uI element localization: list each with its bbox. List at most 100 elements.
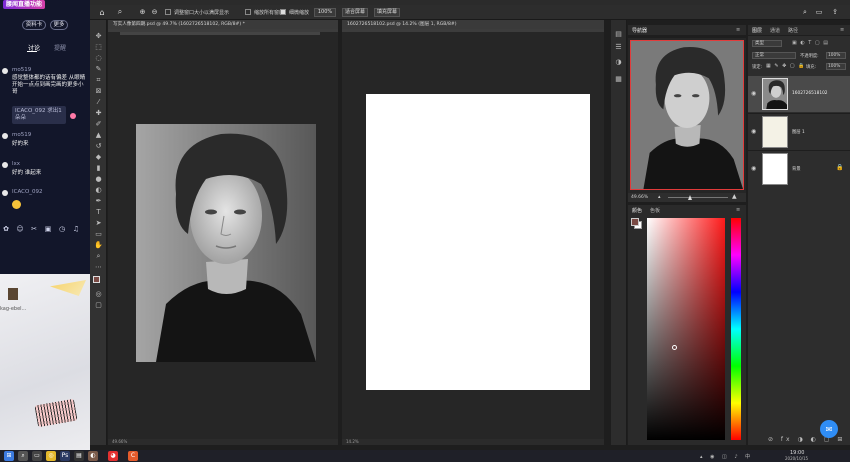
marquee-tool-icon[interactable]: ⬚ [93,43,104,52]
zoom-out-icon[interactable]: ⊖ [150,7,159,17]
barcode-sticker [34,398,78,428]
healing-tool-icon[interactable]: ✚ [93,109,104,118]
canvas-area-2[interactable] [342,29,604,439]
eye-icon[interactable]: ◉ [751,165,756,172]
fill-input[interactable]: 100% [826,63,846,70]
zoom-out-small-icon[interactable]: ▴ [658,194,661,200]
quick-select-tool-icon[interactable]: ✎ [93,65,104,74]
windows-start-icon[interactable]: ⊞ [4,451,14,461]
lock-icons[interactable]: ▦ ✎ ✥ ▢ 🔒 [766,63,805,69]
zoom-in-small-icon[interactable]: ▲ [732,193,737,200]
layer-row[interactable]: ◉ 背景 🔒 [748,150,850,186]
canvas-area-1[interactable] [108,29,338,439]
hand-tool-icon[interactable]: ✋ [93,241,104,250]
quick-mask-icon[interactable]: ◎ [93,290,104,299]
screen-mode-icon[interactable]: ▢ [93,301,104,310]
tab-color[interactable]: 颜色 [632,207,642,214]
zoom-tool-icon[interactable]: ⌕ [115,7,125,17]
profile-card-button[interactable]: 资料卡 [22,20,46,30]
document-tab-2[interactable]: 1602726518102.psd @ 14.2% (图层 1, RGB/8#) [342,20,604,29]
tab-layers[interactable]: 图层 [752,27,762,34]
eye-icon[interactable]: ◉ [751,90,756,97]
scrubby-zoom-checkbox[interactable] [280,9,286,15]
tray-icons[interactable]: ▴ ◉ ◫ ♪ 中 [700,453,753,460]
layer-filter-kind[interactable]: 类型 [752,40,782,47]
hue-slider[interactable] [731,218,741,440]
tab-reminder[interactable]: 提醒 [54,43,66,52]
gradient-tool-icon[interactable]: ▮ [93,164,104,173]
move-tool-icon[interactable]: ✥ [93,32,104,41]
app-icon[interactable]: ◐ [88,451,98,461]
home-icon[interactable]: ⌂ [97,7,107,17]
panel-menu-icon[interactable]: ≡ [736,27,740,33]
eraser-tool-icon[interactable]: ◆ [93,153,104,162]
layer-filter-icons[interactable]: ▣ ◐ T ▢ ▤ [792,40,829,46]
share-icon[interactable]: ⇪ [830,7,840,17]
panel-menu-icon[interactable]: ≡ [840,27,844,33]
more-tools-icon[interactable]: ⋯ [93,263,104,272]
foreground-color-swatch[interactable] [93,276,100,283]
adjustments-panel-icon[interactable]: ◑ [613,58,624,67]
search-icon[interactable]: ⌕ [18,451,28,461]
layer-actions[interactable]: ⊘ fx ◑ ◐ ▢ ⊞ ⌫ [768,436,850,443]
document-tab-1[interactable]: 写实人像第四期.psd @ 49.7% (1602726518102, RGB/… [108,20,338,29]
blur-tool-icon[interactable]: ● [93,175,104,184]
zoom-percent-box[interactable]: 100% [314,8,336,17]
blend-mode-select[interactable]: 正常 [752,52,796,59]
sticker [8,288,18,300]
chrome-icon[interactable]: ◎ [46,451,56,461]
photoshop-icon[interactable]: Ps [60,451,70,461]
eyedropper-tool-icon[interactable]: ⁄ [93,98,104,107]
zoom-tool-icon[interactable]: ⌕ [93,252,104,261]
history-panel-icon[interactable]: ▤ [613,30,624,39]
crop-tool-icon[interactable]: ⌗ [93,76,104,85]
zoom-all-checkbox[interactable] [245,9,251,15]
zoom-in-icon[interactable]: ⊕ [138,7,147,17]
opacity-input[interactable]: 100% [826,52,846,59]
panel-menu-icon[interactable]: ≡ [736,207,740,213]
tab-channels[interactable]: 通道 [770,27,780,34]
eye-icon[interactable]: ◉ [751,128,756,135]
fill-screen-button[interactable]: 填充屏幕 [374,8,400,17]
workspace-icon[interactable]: ▭ [814,7,824,17]
path-select-tool-icon[interactable]: ➤ [93,219,104,228]
app-icon[interactable]: ▤ [74,451,84,461]
search-icon[interactable]: ⌕ [800,7,810,17]
more-button[interactable]: 更多 [50,20,68,30]
layer-row[interactable]: ◉ 1602726518102 [748,76,850,112]
chat-bubble-icon[interactable]: ✉ [820,420,838,438]
properties-panel-icon[interactable]: ☰ [613,43,624,52]
pen-tool-icon[interactable]: ✒ [93,197,104,206]
navigator-preview[interactable] [630,40,744,190]
history-brush-tool-icon[interactable]: ↺ [93,142,104,151]
foreground-color-chip[interactable] [631,218,639,226]
tab-navigator[interactable]: 导航器 [632,27,647,34]
scissors-icon[interactable]: ✂ [30,225,38,233]
image-icon[interactable]: ▣ [44,225,52,233]
color-picker-cursor[interactable] [672,345,677,350]
bell-icon[interactable]: ♫ [72,225,80,233]
type-tool-icon[interactable]: T [93,208,104,217]
zoom-slider-track[interactable] [668,197,728,198]
flower-icon[interactable]: ✿ [2,225,10,233]
shape-tool-icon[interactable]: ▭ [93,230,104,239]
tab-paths[interactable]: 路径 [788,27,798,34]
libraries-panel-icon[interactable]: ▦ [613,75,624,84]
lasso-tool-icon[interactable]: ◌ [93,54,104,63]
app-c-icon[interactable]: C [128,451,138,461]
frame-tool-icon[interactable]: ⊠ [93,87,104,96]
layer-row[interactable]: ◉ 图层 1 [748,113,850,149]
weibo-icon[interactable]: ◕ [108,451,118,461]
color-field[interactable] [647,218,725,440]
task-view-icon[interactable]: ▭ [32,451,42,461]
brush-tool-icon[interactable]: ✐ [93,120,104,129]
ruler [120,32,320,35]
portrait-image [136,124,316,362]
dodge-tool-icon[interactable]: ◐ [93,186,104,195]
smile-icon[interactable]: ☺ [16,225,24,233]
fit-screen-button[interactable]: 适合屏幕 [342,8,368,17]
tab-swatches[interactable]: 色板 [650,207,660,214]
resize-windows-checkbox[interactable] [165,9,171,15]
stamp-tool-icon[interactable]: ▲ [93,131,104,140]
clock-icon[interactable]: ◷ [58,225,66,233]
